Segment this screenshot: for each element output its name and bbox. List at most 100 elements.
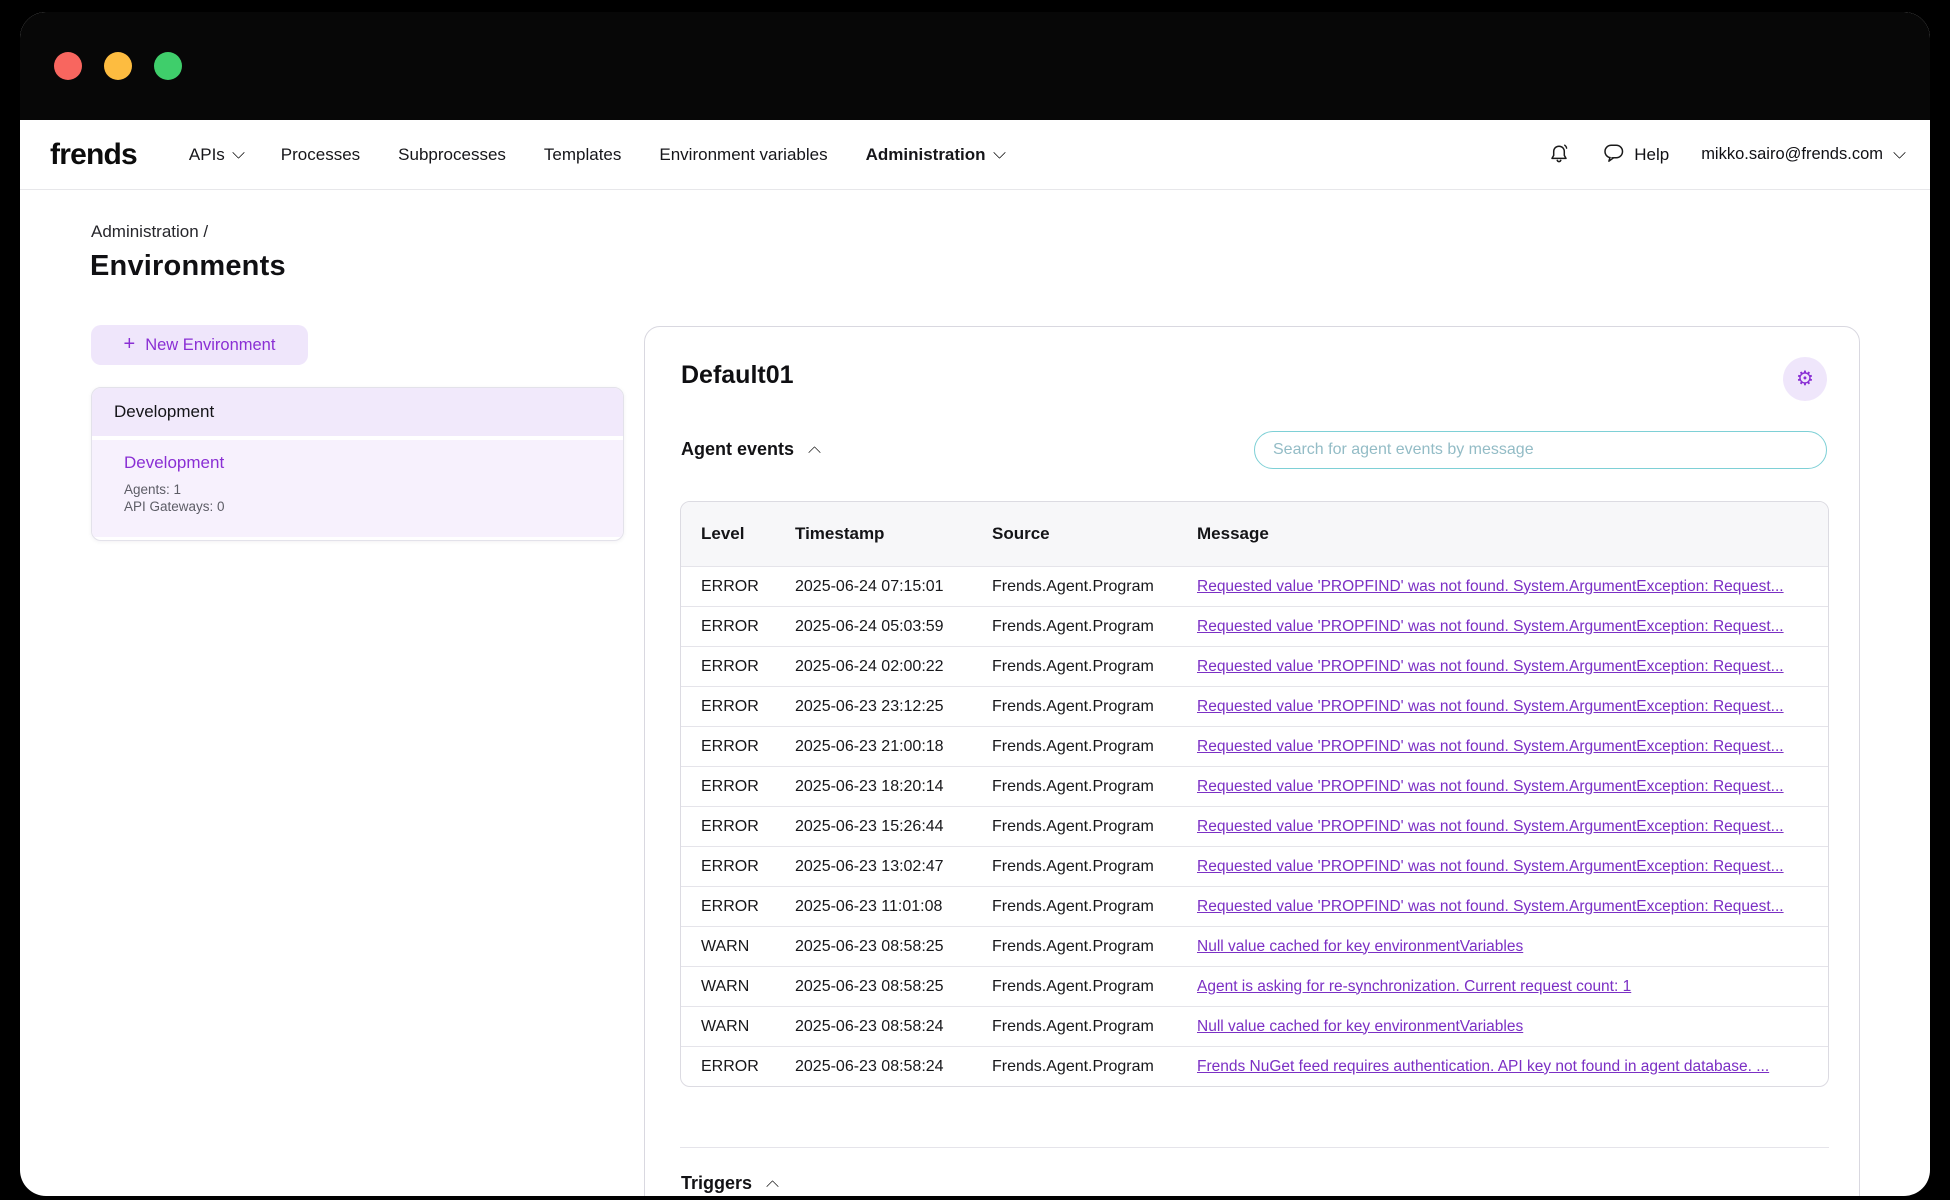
- timestamp-cell: 2025-06-23 08:58:24: [795, 1058, 992, 1076]
- level-cell: WARN: [701, 978, 795, 996]
- bell-icon: [1548, 142, 1571, 168]
- breadcrumb[interactable]: Administration /: [91, 222, 208, 242]
- source-cell: Frends.Agent.Program: [992, 1058, 1197, 1076]
- message-link[interactable]: Requested value 'PROPFIND' was not found…: [1197, 778, 1828, 796]
- triggers-label: Triggers: [681, 1173, 752, 1194]
- level-cell: WARN: [701, 938, 795, 956]
- level-cell: ERROR: [701, 658, 795, 676]
- nav-item-subprocesses[interactable]: Subprocesses: [398, 145, 506, 165]
- help-button[interactable]: Help: [1597, 141, 1675, 169]
- environment-group-card: Development Development Agents: 1 API Ga…: [91, 387, 624, 541]
- notifications-button[interactable]: [1548, 142, 1571, 168]
- nav-item-label: Subprocesses: [398, 145, 506, 165]
- level-cell: ERROR: [701, 898, 795, 916]
- nav-item-apis[interactable]: APIs: [189, 145, 243, 165]
- timestamp-cell: 2025-06-23 08:58:25: [795, 978, 992, 996]
- environment-group-header[interactable]: Development: [92, 388, 623, 436]
- nav-item-templates[interactable]: Templates: [544, 145, 621, 165]
- minimize-window-button[interactable]: [104, 52, 132, 80]
- environment-list-item[interactable]: Development Agents: 1 API Gateways: 0: [92, 440, 623, 537]
- timestamp-cell: 2025-06-23 21:00:18: [795, 738, 992, 756]
- level-cell: ERROR: [701, 818, 795, 836]
- triggers-collapse-button[interactable]: [768, 1177, 777, 1191]
- nav-item-administration[interactable]: Administration: [866, 145, 1004, 165]
- source-cell: Frends.Agent.Program: [992, 778, 1197, 796]
- timestamp-cell: 2025-06-23 23:12:25: [795, 698, 992, 716]
- table-row: ERROR2025-06-24 02:00:22Frends.Agent.Pro…: [681, 646, 1828, 686]
- nav-item-label: Templates: [544, 145, 621, 165]
- message-link[interactable]: Requested value 'PROPFIND' was not found…: [1197, 578, 1828, 596]
- col-header-message: Message: [1197, 524, 1828, 544]
- message-link[interactable]: Requested value 'PROPFIND' was not found…: [1197, 698, 1828, 716]
- environment-settings-button[interactable]: ⚙: [1783, 357, 1827, 401]
- timestamp-cell: 2025-06-23 08:58:24: [795, 1018, 992, 1036]
- environment-detail-card: Default01 ⚙ Agent events Level Timestamp…: [644, 326, 1860, 1196]
- message-link[interactable]: Requested value 'PROPFIND' was not found…: [1197, 898, 1828, 916]
- window-titlebar: [20, 12, 1930, 120]
- plus-icon: +: [124, 334, 136, 354]
- message-link[interactable]: Null value cached for key environmentVar…: [1197, 938, 1828, 956]
- source-cell: Frends.Agent.Program: [992, 818, 1197, 836]
- table-row: WARN2025-06-23 08:58:25Frends.Agent.Prog…: [681, 926, 1828, 966]
- agent-events-collapse-button[interactable]: [810, 443, 819, 457]
- nav-item-label: Processes: [281, 145, 360, 165]
- nav-item-label: Environment variables: [659, 145, 827, 165]
- level-cell: ERROR: [701, 1058, 795, 1076]
- agent-events-label: Agent events: [681, 439, 794, 460]
- table-header-row: Level Timestamp Source Message: [681, 502, 1828, 566]
- table-row: ERROR2025-06-24 05:03:59Frends.Agent.Pro…: [681, 606, 1828, 646]
- nav-item-label: APIs: [189, 145, 225, 165]
- col-header-timestamp: Timestamp: [795, 524, 992, 544]
- message-link[interactable]: Requested value 'PROPFIND' was not found…: [1197, 658, 1828, 676]
- environment-agents-count: Agents: 1: [124, 482, 623, 499]
- table-row: ERROR2025-06-23 23:12:25Frends.Agent.Pro…: [681, 686, 1828, 726]
- timestamp-cell: 2025-06-24 05:03:59: [795, 618, 992, 636]
- new-environment-button[interactable]: + New Environment: [91, 325, 308, 365]
- timestamp-cell: 2025-06-24 07:15:01: [795, 578, 992, 596]
- timestamp-cell: 2025-06-23 15:26:44: [795, 818, 992, 836]
- message-link[interactable]: Requested value 'PROPFIND' was not found…: [1197, 858, 1828, 876]
- close-window-button[interactable]: [54, 52, 82, 80]
- account-menu[interactable]: mikko.sairo@frends.com: [1701, 145, 1904, 164]
- message-link[interactable]: Requested value 'PROPFIND' was not found…: [1197, 618, 1828, 636]
- level-cell: WARN: [701, 1018, 795, 1036]
- table-row: ERROR2025-06-23 13:02:47Frends.Agent.Pro…: [681, 846, 1828, 886]
- table-row: WARN2025-06-23 08:58:25Frends.Agent.Prog…: [681, 966, 1828, 1006]
- navbar-right: Help mikko.sairo@frends.com: [1548, 141, 1904, 169]
- source-cell: Frends.Agent.Program: [992, 938, 1197, 956]
- timestamp-cell: 2025-06-23 11:01:08: [795, 898, 992, 916]
- agent-events-table: Level Timestamp Source Message ERROR2025…: [680, 501, 1829, 1087]
- timestamp-cell: 2025-06-24 02:00:22: [795, 658, 992, 676]
- user-email: mikko.sairo@frends.com: [1701, 145, 1883, 164]
- level-cell: ERROR: [701, 778, 795, 796]
- col-header-source: Source: [992, 524, 1197, 544]
- table-row: ERROR2025-06-23 15:26:44Frends.Agent.Pro…: [681, 806, 1828, 846]
- level-cell: ERROR: [701, 858, 795, 876]
- new-environment-label: New Environment: [145, 336, 275, 355]
- nav-item-label: Administration: [866, 145, 986, 165]
- nav-item-environment-variables[interactable]: Environment variables: [659, 145, 827, 165]
- agent-events-rows: ERROR2025-06-24 07:15:01Frends.Agent.Pro…: [681, 566, 1828, 1086]
- message-link[interactable]: Agent is asking for re-synchronization. …: [1197, 978, 1828, 996]
- chevron-down-icon: [1893, 146, 1906, 159]
- agent-events-search-input[interactable]: [1254, 431, 1827, 469]
- agent-events-section-header: Agent events: [681, 439, 819, 460]
- message-link[interactable]: Requested value 'PROPFIND' was not found…: [1197, 738, 1828, 756]
- environment-gateways-count: API Gateways: 0: [124, 499, 623, 516]
- message-link[interactable]: Null value cached for key environmentVar…: [1197, 1018, 1828, 1036]
- source-cell: Frends.Agent.Program: [992, 578, 1197, 596]
- frends-logo[interactable]: frends: [50, 138, 137, 172]
- chevron-down-icon: [993, 146, 1006, 159]
- nav-item-processes[interactable]: Processes: [281, 145, 360, 165]
- app-window: frends APIs Processes Subprocesses Template…: [20, 12, 1930, 1196]
- table-row: WARN2025-06-23 08:58:24Frends.Agent.Prog…: [681, 1006, 1828, 1046]
- message-link[interactable]: Requested value 'PROPFIND' was not found…: [1197, 818, 1828, 836]
- chevron-up-icon: [766, 1180, 779, 1193]
- message-link[interactable]: Frends NuGet feed requires authenticatio…: [1197, 1058, 1828, 1076]
- table-row: ERROR2025-06-23 11:01:08Frends.Agent.Pro…: [681, 886, 1828, 926]
- chevron-down-icon: [232, 146, 245, 159]
- timestamp-cell: 2025-06-23 18:20:14: [795, 778, 992, 796]
- zoom-window-button[interactable]: [154, 52, 182, 80]
- source-cell: Frends.Agent.Program: [992, 698, 1197, 716]
- source-cell: Frends.Agent.Program: [992, 618, 1197, 636]
